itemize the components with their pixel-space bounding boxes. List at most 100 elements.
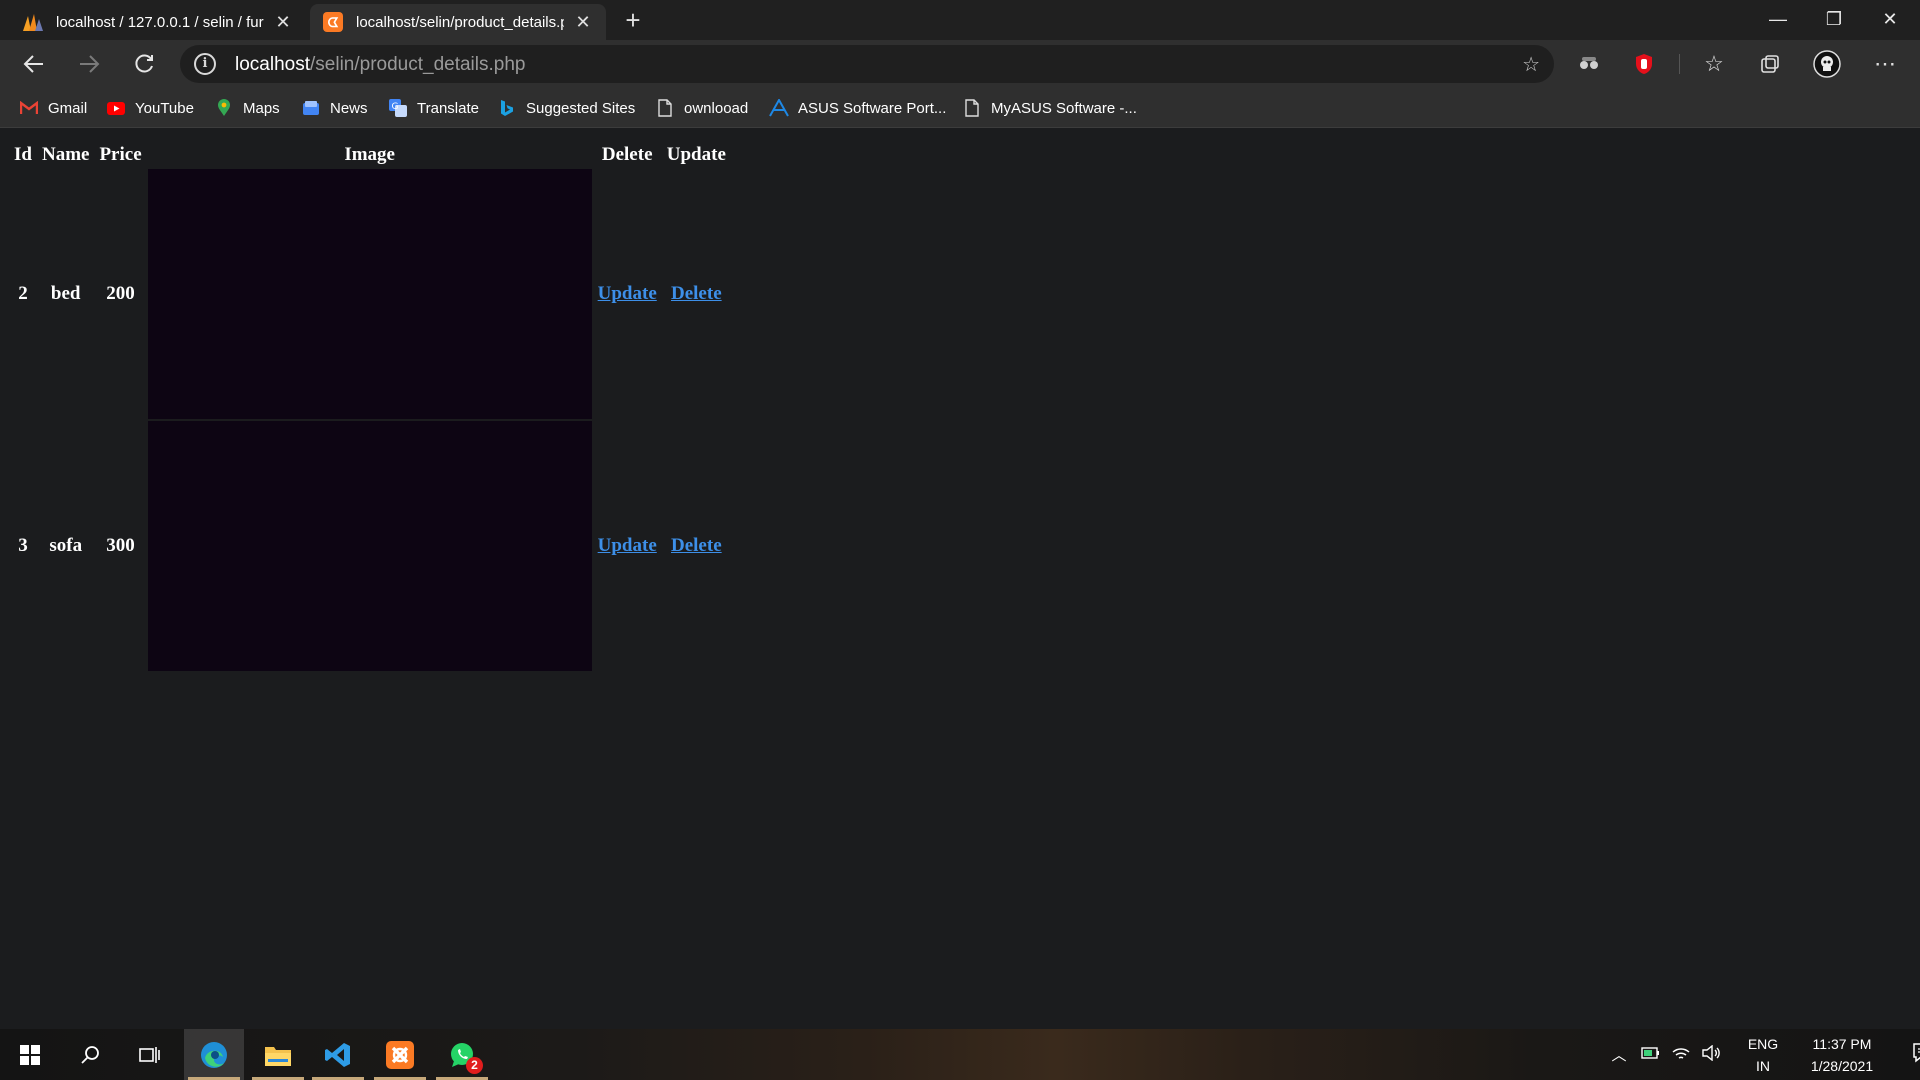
vscode-icon — [325, 1042, 350, 1067]
tab-title: localhost / 127.0.0.1 / selin / furn — [56, 13, 264, 31]
header-id: Id — [14, 144, 32, 165]
cell-id: 2 — [18, 283, 28, 304]
cell-id: 3 — [18, 535, 28, 556]
bookmark-label: ownlooad — [684, 99, 749, 117]
refresh-icon — [135, 54, 153, 73]
extension-icon[interactable] — [1573, 48, 1605, 80]
windows-taskbar: 2 ︿ ENG IN 11:37 PM 1/28/2021 1 — [0, 1029, 1920, 1080]
page-icon — [962, 98, 982, 118]
taskbar-vscode[interactable] — [308, 1029, 368, 1080]
cell-delete: Delete — [663, 169, 730, 419]
tab-product-details[interactable]: ᗧ localhost/selin/product_details.p ✕ — [310, 4, 606, 40]
bing-icon — [497, 98, 517, 118]
wifi-icon[interactable] — [1666, 1045, 1696, 1065]
table-header-row: Id Name Price Image Delete Update — [10, 143, 730, 167]
header-image: Image — [344, 144, 395, 165]
translate-icon: G — [388, 98, 408, 118]
cell-name: sofa — [49, 535, 83, 556]
taskbar-file-explorer[interactable] — [248, 1029, 308, 1080]
taskbar-xampp[interactable] — [370, 1029, 430, 1080]
bookmark-news[interactable]: News — [301, 96, 368, 120]
cell-delete: Delete — [663, 421, 730, 671]
new-tab-button[interactable]: + — [618, 6, 648, 36]
tab-phpmyadmin[interactable]: localhost / 127.0.0.1 / selin / furn ✕ — [10, 4, 306, 40]
phpmyadmin-icon — [22, 11, 44, 33]
toolbar-separator — [1679, 54, 1680, 74]
bookmark-ownlooad[interactable]: ownlooad — [655, 96, 748, 120]
table-row: 2 bed 200 Update Delete — [10, 169, 730, 419]
tab-title: localhost/selin/product_details.p — [356, 13, 564, 31]
bookmark-label: Gmail — [48, 99, 88, 117]
refresh-button[interactable] — [126, 46, 162, 82]
browser-toolbar: i localhost/selin/product_details.php ☆ … — [0, 40, 1920, 88]
profile-avatar-icon[interactable] — [1811, 48, 1843, 80]
header-delete: Delete — [601, 144, 653, 165]
task-view-icon — [139, 1046, 160, 1063]
product-image — [147, 169, 592, 419]
bookmark-asus-software-portal[interactable]: ASUS Software Port... — [769, 96, 946, 120]
clock[interactable]: 11:37 PM 1/28/2021 — [1798, 1033, 1886, 1077]
collections-icon[interactable] — [1754, 48, 1786, 80]
bookmark-label: MyASUS Software -... — [991, 99, 1137, 117]
notification-center-button[interactable]: 1 — [1904, 1042, 1920, 1067]
page-icon — [655, 98, 675, 118]
adblock-icon[interactable] — [1628, 48, 1660, 80]
bookmark-label: Maps — [243, 99, 280, 117]
restore-button[interactable]: ❐ — [1806, 0, 1862, 38]
forward-button[interactable] — [71, 46, 107, 82]
search-button[interactable] — [60, 1029, 120, 1080]
bookmark-suggested-sites[interactable]: Suggested Sites — [497, 96, 635, 120]
favorites-icon[interactable]: ☆ — [1698, 48, 1730, 80]
url-text[interactable]: localhost/selin/product_details.php — [235, 54, 525, 76]
update-link[interactable]: Update — [598, 535, 657, 556]
news-icon — [301, 98, 321, 118]
taskbar-whatsapp[interactable]: 2 — [432, 1029, 492, 1080]
time-text: 11:37 PM — [1812, 1035, 1872, 1052]
update-link[interactable]: Update — [598, 283, 657, 304]
battery-icon[interactable] — [1636, 1046, 1666, 1064]
minimize-button[interactable]: — — [1750, 0, 1806, 38]
product-image — [147, 421, 592, 671]
add-favorite-icon[interactable]: ☆ — [1522, 52, 1540, 77]
header-price: Price — [99, 144, 142, 165]
url-path: /selin/product_details.php — [310, 54, 526, 75]
show-hidden-icons[interactable]: ︿ — [1608, 1044, 1630, 1065]
delete-link[interactable]: Delete — [671, 283, 722, 304]
start-button[interactable] — [0, 1029, 60, 1080]
language-text: ENG — [1747, 1035, 1779, 1052]
cell-price: 200 — [106, 283, 135, 304]
products-table: Id Name Price Image Delete Update 2 bed … — [8, 141, 732, 673]
xampp-icon: ᗧ — [322, 11, 344, 33]
bookmark-label: Suggested Sites — [526, 99, 636, 117]
more-options-icon[interactable]: ⋯ — [1869, 48, 1901, 80]
close-tab-icon[interactable]: ✕ — [572, 11, 594, 33]
cell-name: bed — [50, 283, 81, 304]
address-bar[interactable]: i localhost/selin/product_details.php ☆ — [180, 45, 1554, 83]
close-window-button[interactable]: ✕ — [1862, 0, 1918, 38]
bookmark-maps[interactable]: Maps — [214, 96, 280, 120]
bookmark-label: ASUS Software Port... — [798, 99, 947, 117]
language-indicator[interactable]: ENG IN — [1738, 1033, 1788, 1077]
task-view-button[interactable] — [120, 1029, 180, 1080]
file-explorer-icon — [265, 1046, 291, 1066]
windows-logo-icon — [20, 1044, 40, 1065]
bookmark-label: Translate — [417, 99, 479, 117]
bookmark-myasus-software[interactable]: MyASUS Software -... — [962, 96, 1137, 120]
close-tab-icon[interactable]: ✕ — [272, 11, 294, 33]
url-host: localhost — [235, 54, 310, 75]
forward-arrow-icon — [80, 55, 100, 73]
cell-update: Update — [594, 421, 661, 671]
svg-text:G: G — [392, 102, 399, 112]
delete-link[interactable]: Delete — [671, 535, 722, 556]
back-button[interactable] — [16, 46, 52, 82]
table-row: 3 sofa 300 Update Delete — [10, 421, 730, 671]
youtube-icon — [106, 98, 126, 118]
volume-icon[interactable] — [1696, 1044, 1726, 1065]
asus-icon — [769, 98, 789, 118]
bookmark-gmail[interactable]: Gmail — [19, 96, 87, 120]
info-icon[interactable]: i — [194, 53, 216, 75]
taskbar-edge[interactable] — [184, 1029, 244, 1080]
bookmark-translate[interactable]: G Translate — [388, 96, 479, 120]
cell-image — [147, 169, 592, 419]
bookmark-youtube[interactable]: YouTube — [106, 96, 194, 120]
